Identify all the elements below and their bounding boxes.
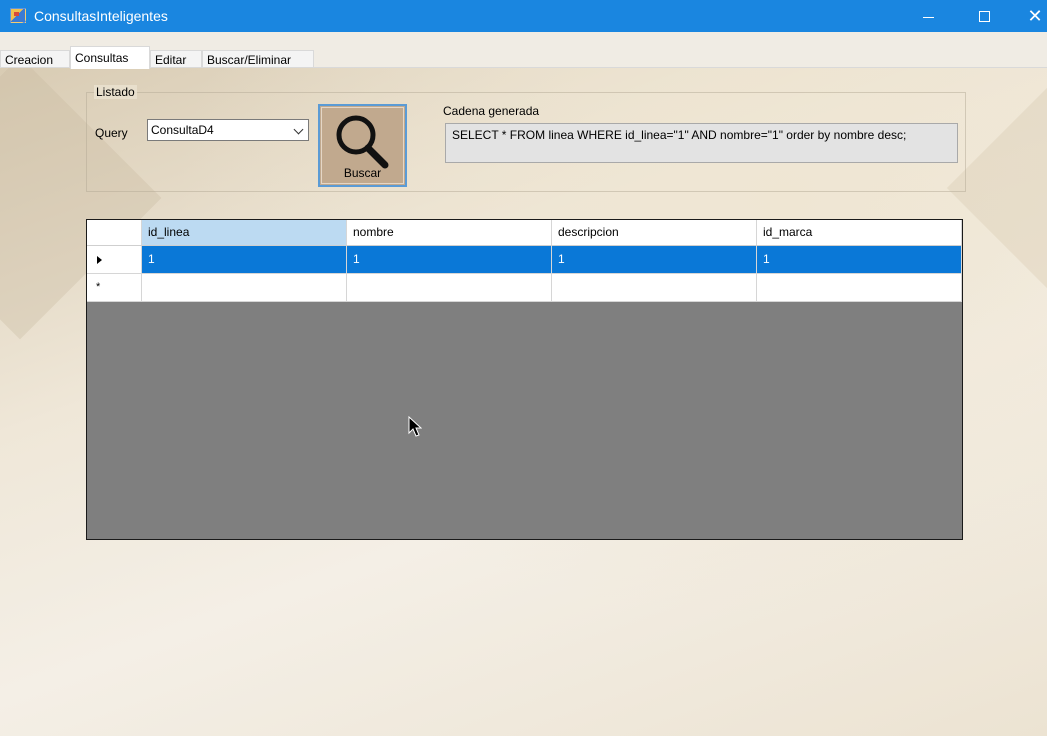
app-icon bbox=[10, 8, 26, 23]
new-row-icon: * bbox=[96, 281, 101, 293]
close-button[interactable]: ✕ bbox=[1012, 0, 1047, 32]
row-pointer-icon bbox=[97, 256, 102, 264]
cell-id-marca[interactable] bbox=[757, 274, 962, 301]
maximize-button[interactable] bbox=[960, 0, 1006, 32]
app-window: ConsultasInteligentes ✕ Creacion Consult… bbox=[0, 0, 1047, 736]
window-title: ConsultasInteligentes bbox=[34, 8, 168, 24]
cell-nombre[interactable]: 1 bbox=[347, 246, 552, 273]
tab-page-consultas: Listado Query ConsultaD4 Buscar Cadena g… bbox=[0, 67, 1047, 736]
query-dropdown-value: ConsultaD4 bbox=[151, 123, 214, 137]
chevron-down-icon[interactable] bbox=[293, 124, 304, 135]
grid-corner-cell[interactable] bbox=[87, 220, 142, 245]
grid-header: id_linea nombre descripcion id_marca bbox=[87, 220, 962, 246]
cell-descripcion[interactable]: 1 bbox=[552, 246, 757, 273]
buscar-button[interactable]: Buscar bbox=[318, 104, 407, 187]
cell-id-marca[interactable]: 1 bbox=[757, 246, 962, 273]
cell-nombre[interactable] bbox=[347, 274, 552, 301]
data-grid[interactable]: id_linea nombre descripcion id_marca 1 1… bbox=[86, 219, 963, 540]
tab-consultas[interactable]: Consultas bbox=[70, 46, 150, 69]
title-bar[interactable]: ConsultasInteligentes ✕ bbox=[0, 0, 1047, 32]
new-row[interactable]: * bbox=[87, 274, 962, 302]
close-icon: ✕ bbox=[1027, 6, 1043, 26]
cadena-textbox[interactable]: SELECT * FROM linea WHERE id_linea="1" A… bbox=[445, 123, 958, 163]
column-header-id-linea[interactable]: id_linea bbox=[142, 220, 347, 245]
cell-id-linea[interactable]: 1 bbox=[142, 246, 347, 273]
group-title: Listado bbox=[94, 85, 137, 99]
row-header[interactable]: * bbox=[87, 274, 142, 301]
cadena-label: Cadena generada bbox=[443, 104, 540, 118]
table-row[interactable]: 1 1 1 1 bbox=[87, 246, 962, 274]
minimize-button[interactable] bbox=[905, 0, 951, 32]
column-header-nombre[interactable]: nombre bbox=[347, 220, 552, 245]
buscar-label: Buscar bbox=[343, 166, 382, 180]
column-header-id-marca[interactable]: id_marca bbox=[757, 220, 962, 245]
column-header-descripcion[interactable]: descripcion bbox=[552, 220, 757, 245]
mouse-cursor-icon bbox=[408, 416, 422, 437]
cell-id-linea[interactable] bbox=[142, 274, 347, 301]
row-header[interactable] bbox=[87, 246, 142, 273]
tab-strip: Creacion Consultas Editar Buscar/Elimina… bbox=[0, 46, 1047, 69]
query-dropdown[interactable]: ConsultaD4 bbox=[147, 119, 309, 141]
query-label: Query bbox=[95, 126, 128, 140]
cell-descripcion[interactable] bbox=[552, 274, 757, 301]
magnifier-icon bbox=[336, 115, 389, 169]
